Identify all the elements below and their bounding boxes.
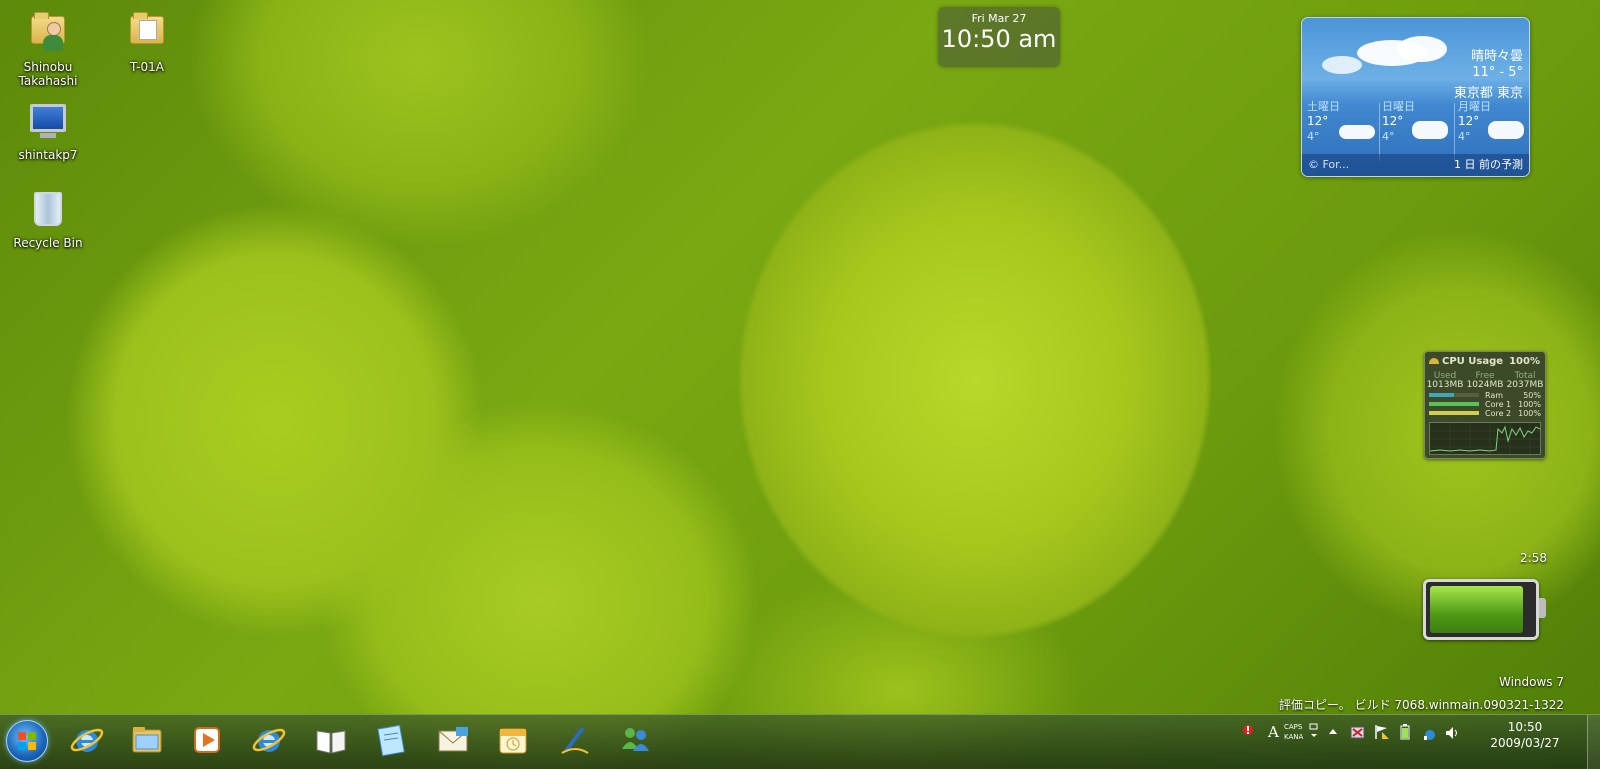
cpu-usage-gadget[interactable]: CPU Usage 100% Used Free Total 1013MB 10… — [1424, 351, 1546, 459]
recycle-bin-icon — [28, 192, 68, 232]
core1-row: Core 1 100% — [1429, 400, 1541, 409]
clock-date: Fri Mar 27 — [971, 12, 1027, 25]
desktop-icon-label: T-01A — [129, 60, 165, 74]
ram-bar — [1429, 393, 1454, 397]
calendar-icon[interactable] — [494, 721, 532, 759]
alert-icon[interactable] — [1242, 724, 1256, 741]
weather-footer: © For... 1 日 前の予測 — [1302, 154, 1529, 176]
taskbar-date: 2009/03/27 — [1490, 736, 1560, 750]
internet-explorer-icon[interactable] — [68, 721, 106, 759]
computer-icon — [28, 104, 68, 144]
weather-updated: 1 日 前の予測 — [1454, 158, 1523, 171]
desktop-icon-t01a[interactable]: T-01A — [107, 8, 187, 74]
mail-icon[interactable] — [434, 721, 472, 759]
caps-indicator: CAPS — [1284, 723, 1303, 731]
desktop-icon-computer[interactable]: shintakp7 — [8, 98, 88, 162]
speaker-volume-icon[interactable] — [1445, 726, 1461, 743]
clock-gadget[interactable]: Fri Mar 27 10:50 am — [938, 7, 1060, 67]
core2-row: Core 2 100% — [1429, 409, 1541, 418]
kana-indicator: KANA — [1284, 733, 1304, 741]
cloudy-icon — [1488, 121, 1524, 139]
ram-row: Ram 50% — [1429, 391, 1541, 400]
notepad-icon[interactable] — [372, 721, 410, 759]
user-folder-icon — [28, 12, 68, 56]
build-watermark: 評価コピー。 ビルド 7068.winmain.090321-1322 — [1278, 698, 1564, 712]
action-center-flag-icon[interactable] — [1374, 724, 1390, 743]
cloudy-icon — [1412, 121, 1448, 139]
show-desktop-button[interactable] — [1587, 715, 1600, 769]
desktop-icon-label: Shinobu Takahashi — [18, 60, 78, 88]
pen-icon[interactable] — [556, 721, 594, 759]
taskbar: A CAPS KANA 10:50 2009/03/27 — [0, 714, 1600, 769]
ime-mode-indicator[interactable]: A — [1268, 723, 1279, 741]
core2-bar — [1429, 411, 1479, 415]
core1-bar — [1429, 402, 1479, 406]
desktop-icon-label: shintakp7 — [18, 148, 78, 162]
ime-options-icon[interactable] — [1309, 722, 1319, 743]
taskbar-clock[interactable]: 10:50 2009/03/27 — [1480, 719, 1570, 751]
reader-book-icon[interactable] — [312, 721, 350, 759]
battery-gadget[interactable] — [1423, 579, 1546, 640]
network-security-icon[interactable] — [1350, 725, 1366, 744]
show-hidden-icons-arrow[interactable] — [1328, 727, 1338, 738]
media-player-icon[interactable] — [188, 721, 226, 759]
cpu-history-graph — [1429, 422, 1541, 455]
desktop-icon-label: Recycle Bin — [13, 236, 83, 250]
gauge-icon — [1429, 358, 1439, 364]
weather-condition: 晴時々曇 11° - 5° — [1470, 49, 1523, 80]
windows-explorer-icon[interactable] — [128, 721, 166, 759]
weather-gadget[interactable]: 晴時々曇 11° - 5° 東京都 東京 土曜日 12° 4° 日曜日 12° … — [1301, 17, 1530, 177]
start-button[interactable] — [6, 720, 48, 762]
windows-version-watermark: Windows 7 — [1498, 675, 1564, 689]
internet-explorer-icon[interactable] — [250, 721, 288, 759]
partly-cloudy-icon — [1339, 125, 1375, 139]
clock-time: 10:50 am — [941, 25, 1057, 53]
messenger-icon[interactable] — [616, 721, 654, 759]
battery-time-remaining: 2:58 — [1520, 551, 1547, 565]
cpu-percent: 100% — [1509, 356, 1540, 367]
battery-tray-icon[interactable] — [1400, 724, 1410, 743]
folder-icon — [127, 12, 167, 56]
desktop-icon-user-folder[interactable]: Shinobu Takahashi — [8, 8, 88, 88]
battery-level-fill — [1430, 586, 1524, 633]
taskbar-time: 10:50 — [1507, 720, 1543, 734]
weather-source-link[interactable]: © For... — [1308, 154, 1349, 176]
network-icon[interactable] — [1422, 727, 1438, 744]
windows-logo-icon — [18, 732, 36, 750]
desktop-icon-recycle-bin[interactable]: Recycle Bin — [8, 186, 88, 250]
cpu-title: CPU Usage — [1429, 356, 1503, 367]
